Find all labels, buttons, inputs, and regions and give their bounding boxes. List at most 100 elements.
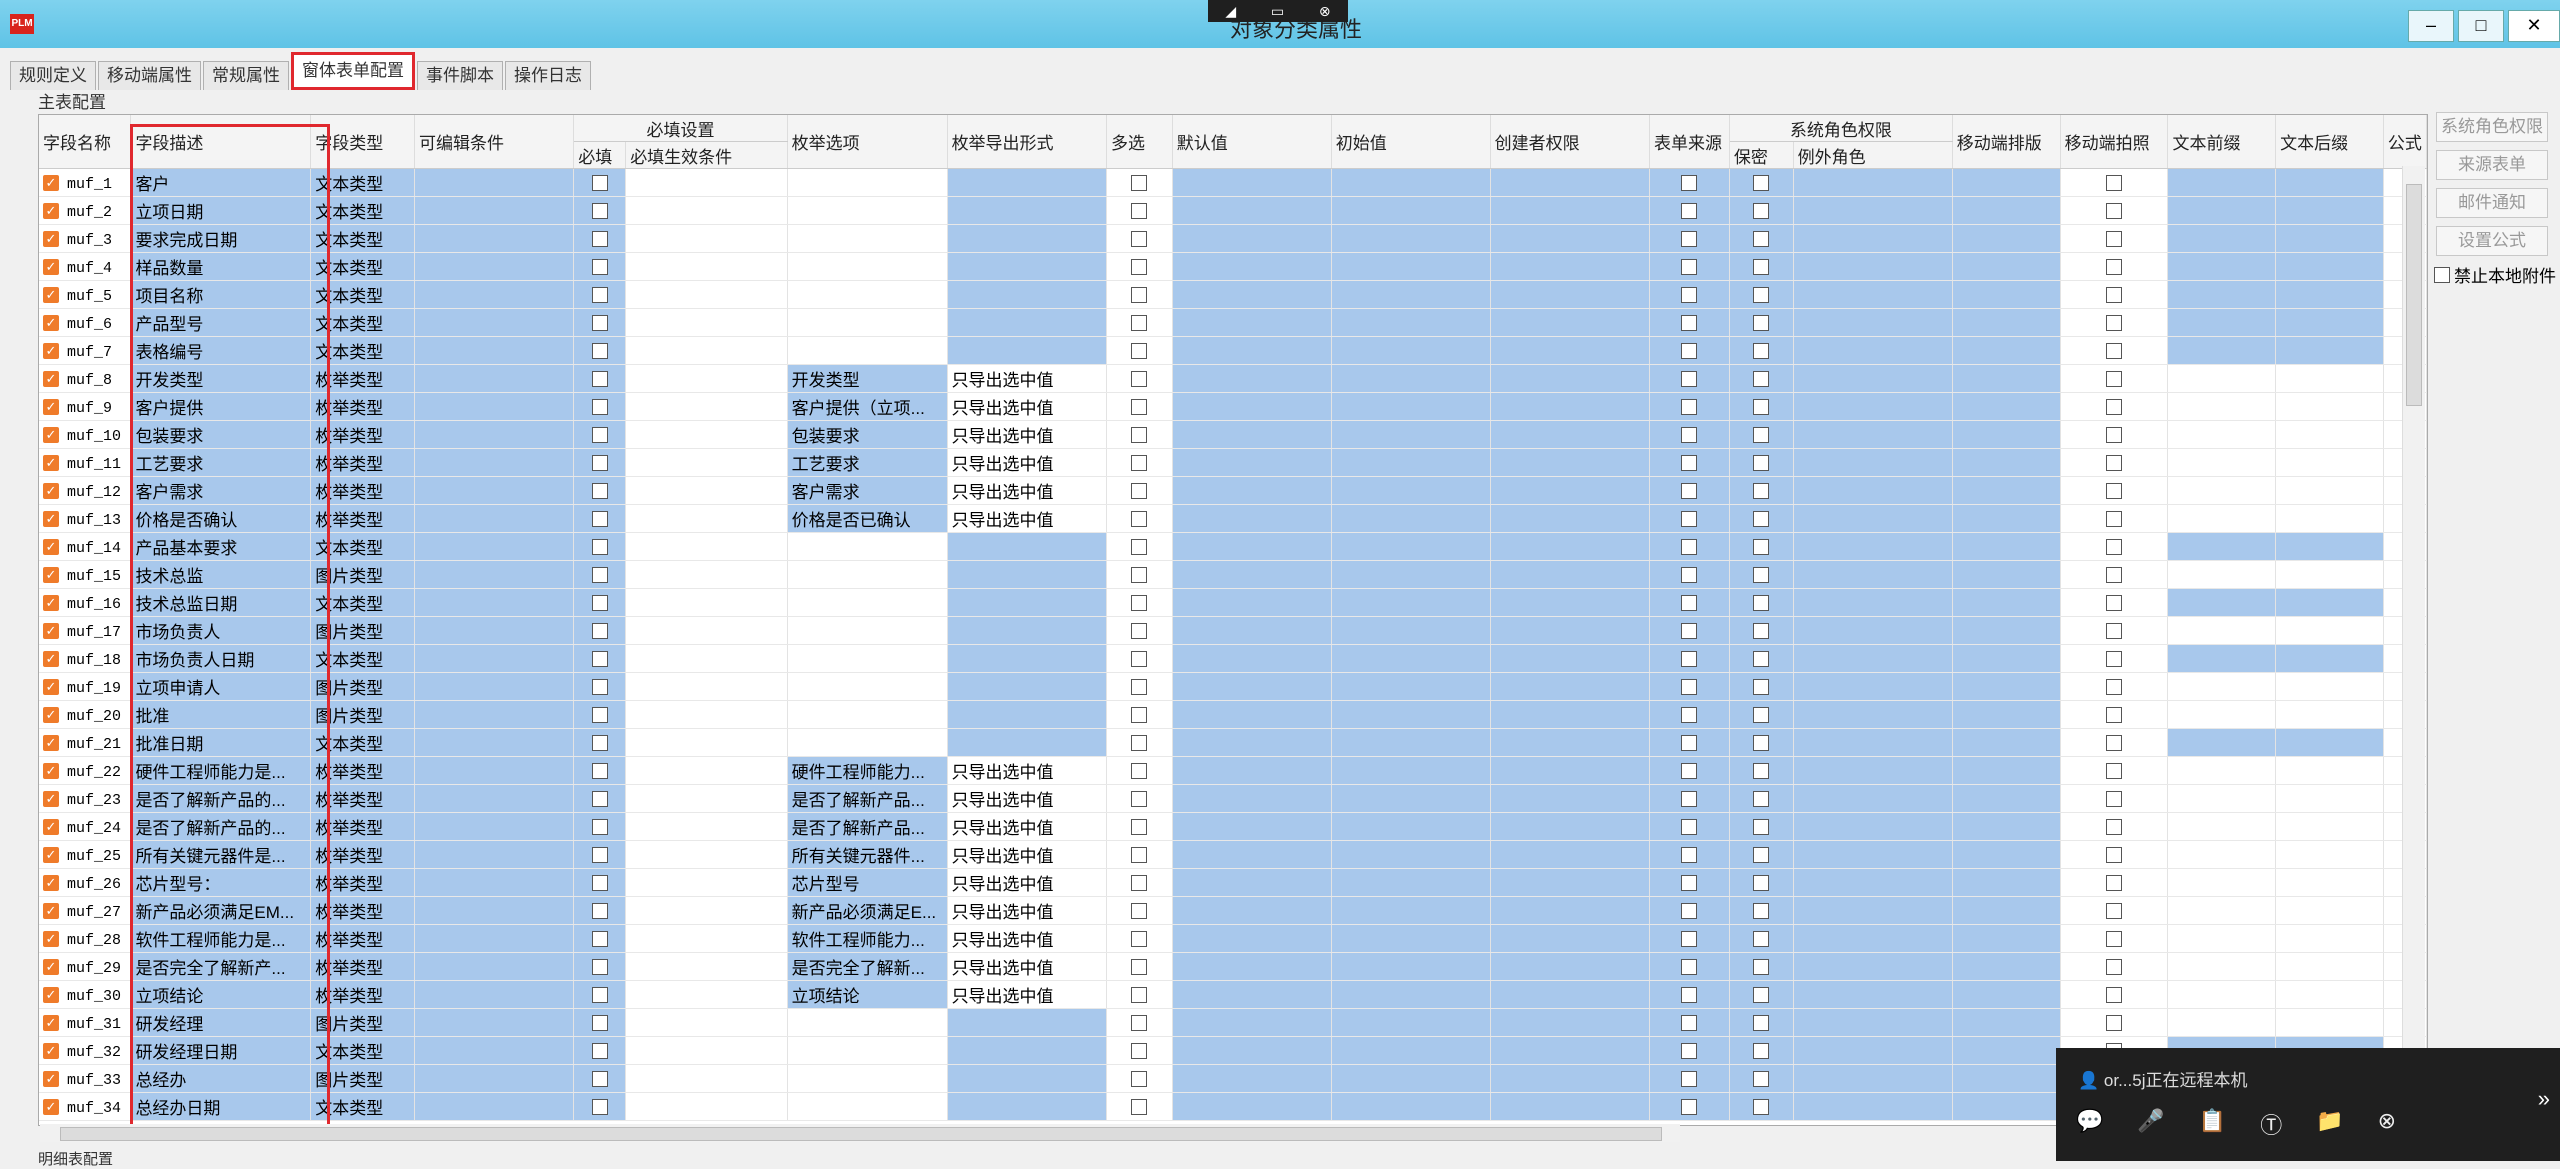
mobile-photo-checkbox[interactable] xyxy=(2106,511,2123,528)
enum-export-cell[interactable] xyxy=(947,308,1108,337)
required-cell[interactable] xyxy=(573,672,627,701)
email-notify-button[interactable]: 邮件通知 xyxy=(2436,188,2548,218)
creator-perm-cell[interactable] xyxy=(1490,980,1650,1009)
required-cell[interactable] xyxy=(573,448,627,477)
form-source-checkbox[interactable] xyxy=(1681,1071,1698,1088)
field-name-cell[interactable]: ✓ muf_8 xyxy=(39,364,132,393)
mobile-photo-checkbox[interactable] xyxy=(2106,959,2123,976)
field-type-cell[interactable]: 文本类型 xyxy=(310,168,415,197)
multi-cell[interactable] xyxy=(1106,308,1173,337)
multi-checkbox[interactable] xyxy=(1131,315,1148,332)
mobile-photo-checkbox[interactable] xyxy=(2106,315,2123,332)
required-checkbox[interactable] xyxy=(591,847,608,864)
exception-role-cell[interactable] xyxy=(1793,1064,1953,1093)
mobile-layout-cell[interactable] xyxy=(1952,1036,2061,1065)
field-desc-cell[interactable]: 批准 xyxy=(130,700,312,729)
required-cond-cell[interactable] xyxy=(625,840,788,869)
row-select-checkbox[interactable]: ✓ xyxy=(43,651,59,668)
mobile-photo-checkbox[interactable] xyxy=(2106,175,2123,192)
multi-cell[interactable] xyxy=(1106,588,1173,617)
multi-cell[interactable] xyxy=(1106,1064,1173,1093)
editable-cond-cell[interactable] xyxy=(414,420,575,449)
multi-cell[interactable] xyxy=(1106,812,1173,841)
enum-option-cell[interactable]: 芯片型号 xyxy=(787,868,948,897)
editable-cond-cell[interactable] xyxy=(414,196,575,225)
enum-export-cell[interactable] xyxy=(947,224,1108,253)
row-select-checkbox[interactable]: ✓ xyxy=(43,595,59,612)
enum-export-cell[interactable]: 只导出选中值 xyxy=(947,896,1108,925)
form-source-checkbox[interactable] xyxy=(1681,1043,1698,1060)
secret-cell[interactable] xyxy=(1729,420,1794,449)
required-cell[interactable] xyxy=(573,924,627,953)
text-suffix-cell[interactable] xyxy=(2275,756,2384,785)
multi-cell[interactable] xyxy=(1106,1008,1173,1037)
enum-option-cell[interactable]: 包装要求 xyxy=(787,420,948,449)
field-type-cell[interactable]: 枚举类型 xyxy=(310,952,415,981)
form-source-cell[interactable] xyxy=(1649,196,1730,225)
multi-checkbox[interactable] xyxy=(1131,903,1148,920)
secret-cell[interactable] xyxy=(1729,588,1794,617)
table-row[interactable]: ✓ muf_15 技术总监 图片类型 xyxy=(39,560,2427,589)
secret-checkbox[interactable] xyxy=(1753,1099,1770,1116)
exception-role-cell[interactable] xyxy=(1793,1092,1953,1121)
text-icon[interactable]: Ⓣ xyxy=(2260,1108,2282,1140)
secret-checkbox[interactable] xyxy=(1753,623,1770,640)
text-suffix-cell[interactable] xyxy=(2275,252,2384,281)
multi-cell[interactable] xyxy=(1106,924,1173,953)
enum-export-cell[interactable] xyxy=(947,1092,1108,1121)
creator-perm-cell[interactable] xyxy=(1490,1008,1650,1037)
editable-cond-cell[interactable] xyxy=(414,728,575,757)
required-cell[interactable] xyxy=(573,336,627,365)
initial-value-cell[interactable] xyxy=(1331,616,1491,645)
source-form-button[interactable]: 来源表单 xyxy=(2436,150,2548,180)
table-row[interactable]: ✓ muf_11 工艺要求 枚举类型 工艺要求 只导出选中值 xyxy=(39,448,2427,477)
form-source-checkbox[interactable] xyxy=(1681,931,1698,948)
mobile-photo-cell[interactable] xyxy=(2060,196,2169,225)
text-prefix-cell[interactable] xyxy=(2167,616,2277,645)
editable-cond-cell[interactable] xyxy=(414,868,575,897)
table-row[interactable]: ✓ muf_10 包装要求 枚举类型 包装要求 只导出选中值 xyxy=(39,420,2427,449)
mobile-photo-checkbox[interactable] xyxy=(2106,875,2123,892)
multi-checkbox[interactable] xyxy=(1131,791,1148,808)
field-type-cell[interactable]: 枚举类型 xyxy=(310,756,415,785)
creator-perm-cell[interactable] xyxy=(1490,308,1650,337)
enum-export-cell[interactable] xyxy=(947,336,1108,365)
forbid-local-attachment-checkbox[interactable] xyxy=(2434,266,2450,283)
required-cond-cell[interactable] xyxy=(625,392,788,421)
form-source-cell[interactable] xyxy=(1649,840,1730,869)
multi-checkbox[interactable] xyxy=(1131,399,1148,416)
mobile-photo-cell[interactable] xyxy=(2060,728,2169,757)
text-suffix-cell[interactable] xyxy=(2275,476,2384,505)
initial-value-cell[interactable] xyxy=(1331,336,1491,365)
multi-checkbox[interactable] xyxy=(1131,1015,1148,1032)
multi-cell[interactable] xyxy=(1106,448,1173,477)
field-desc-cell[interactable]: 工艺要求 xyxy=(130,448,312,477)
exception-role-cell[interactable] xyxy=(1793,196,1953,225)
secret-cell[interactable] xyxy=(1729,616,1794,645)
enum-export-cell[interactable]: 只导出选中值 xyxy=(947,924,1108,953)
form-source-cell[interactable] xyxy=(1649,224,1730,253)
multi-cell[interactable] xyxy=(1106,840,1173,869)
initial-value-cell[interactable] xyxy=(1331,1008,1491,1037)
initial-value-cell[interactable] xyxy=(1331,812,1491,841)
required-checkbox[interactable] xyxy=(591,455,608,472)
secret-cell[interactable] xyxy=(1729,840,1794,869)
form-source-checkbox[interactable] xyxy=(1681,483,1698,500)
initial-value-cell[interactable] xyxy=(1331,420,1491,449)
secret-cell[interactable] xyxy=(1729,952,1794,981)
mobile-photo-checkbox[interactable] xyxy=(2106,931,2123,948)
form-source-checkbox[interactable] xyxy=(1681,1099,1698,1116)
secret-checkbox[interactable] xyxy=(1753,1071,1770,1088)
required-checkbox[interactable] xyxy=(591,287,608,304)
initial-value-cell[interactable] xyxy=(1331,896,1491,925)
enum-option-cell[interactable] xyxy=(787,1092,948,1121)
header-field-desc[interactable]: 字段描述 xyxy=(130,115,312,169)
form-source-checkbox[interactable] xyxy=(1681,399,1698,416)
form-source-cell[interactable] xyxy=(1649,812,1730,841)
enum-export-cell[interactable]: 只导出选中值 xyxy=(947,952,1108,981)
row-select-checkbox[interactable]: ✓ xyxy=(43,287,59,304)
text-suffix-cell[interactable] xyxy=(2275,392,2384,421)
exception-role-cell[interactable] xyxy=(1793,532,1953,561)
tab-rule-definition[interactable]: 规则定义 xyxy=(10,61,96,90)
text-prefix-cell[interactable] xyxy=(2167,924,2277,953)
